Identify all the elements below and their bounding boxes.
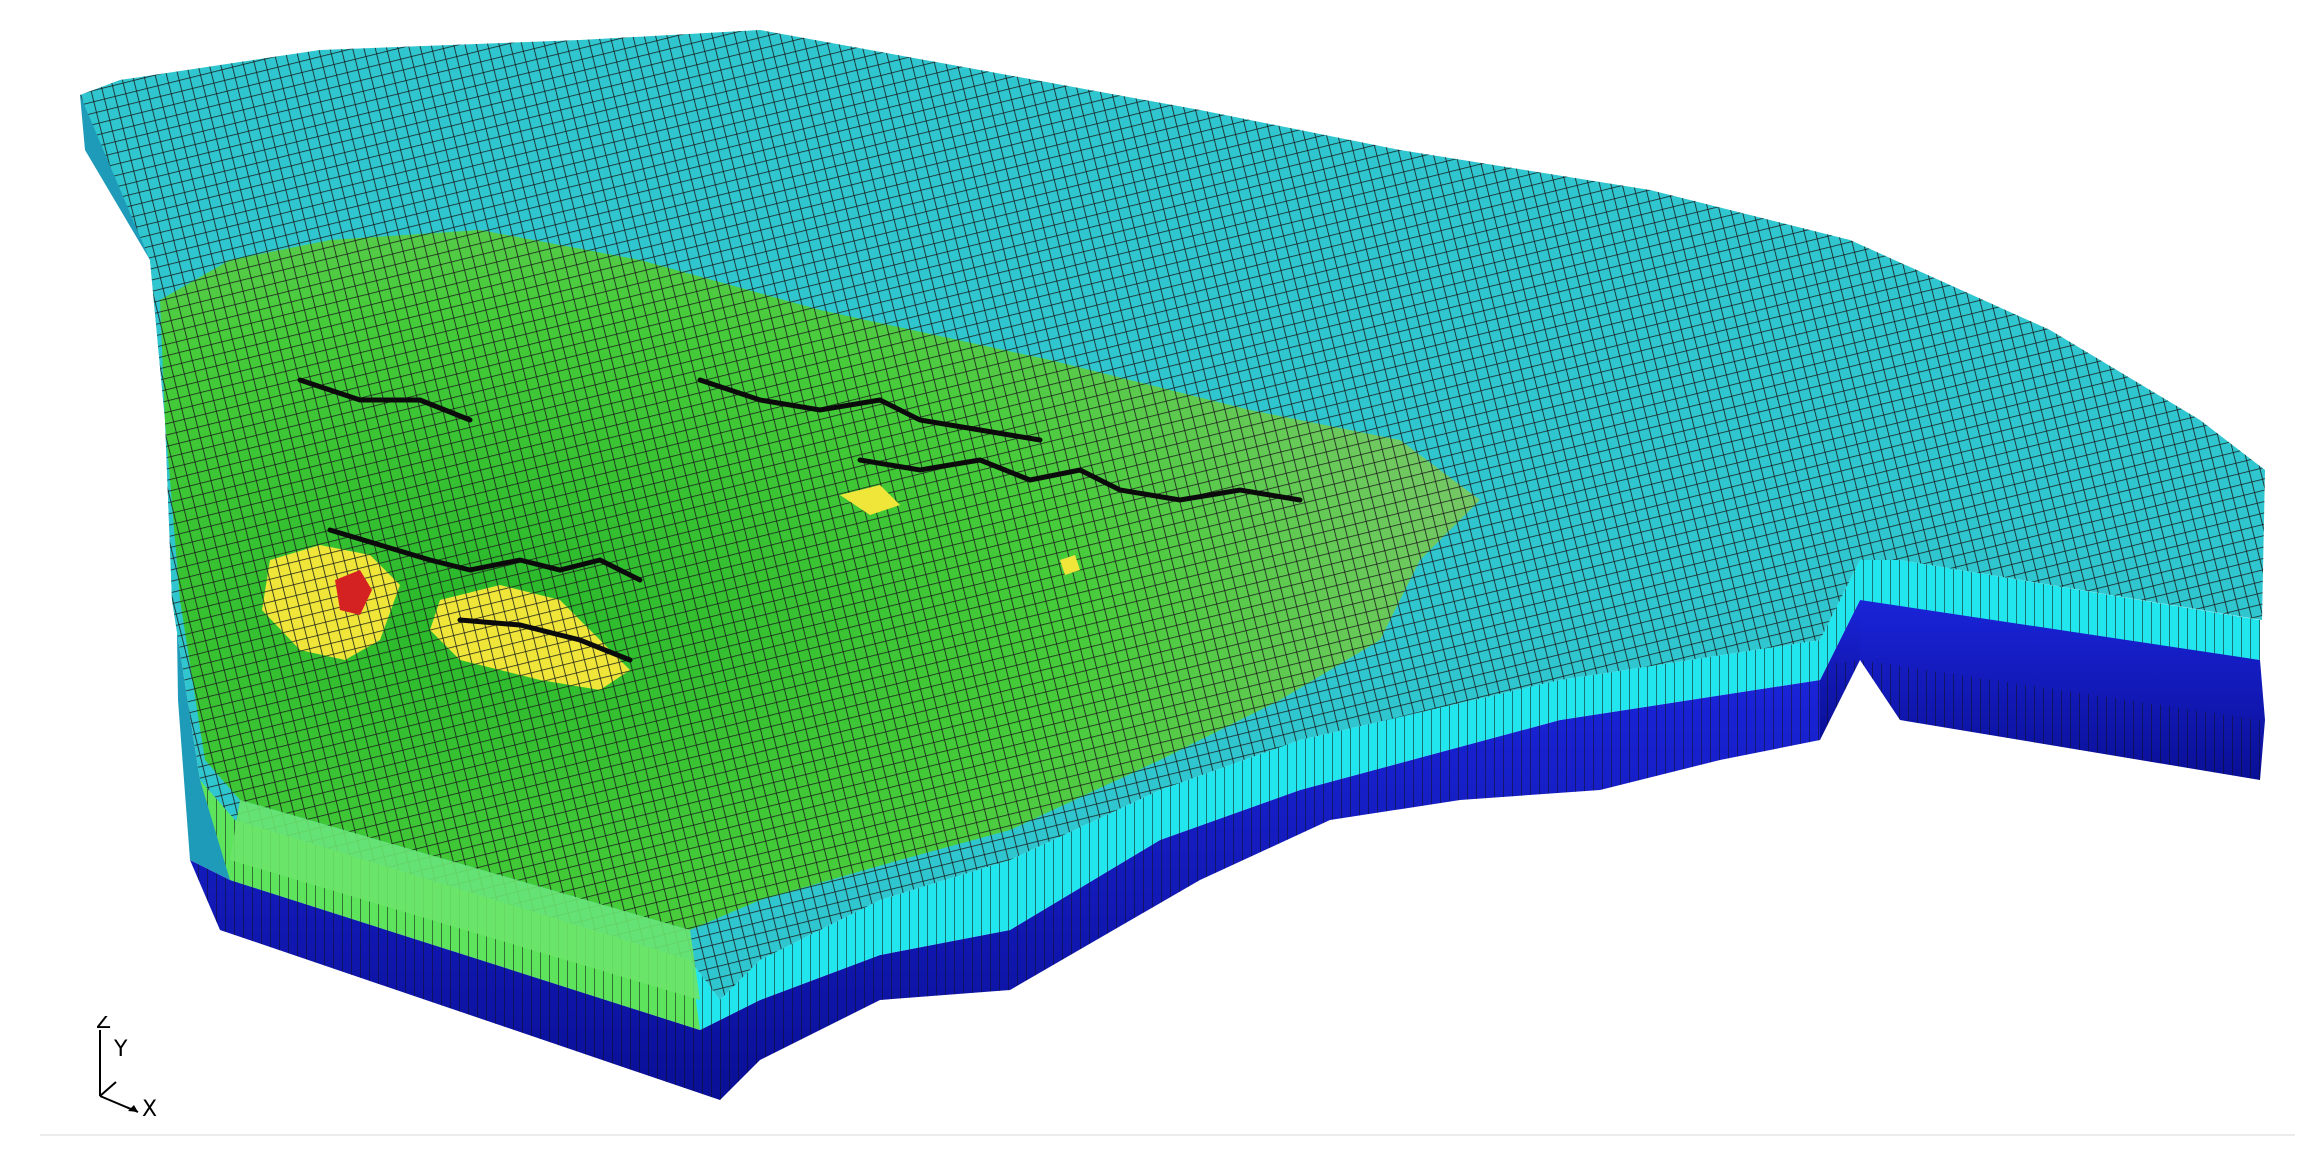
axis-triad: Z Y X <box>96 1016 157 1116</box>
axis-label-z: Z <box>96 1016 111 1034</box>
axis-label-x: X <box>142 1097 157 1116</box>
grid-model-render[interactable] <box>0 0 2307 1163</box>
3d-viewport[interactable]: Z Y X <box>0 0 2307 1163</box>
axis-label-y: Y <box>113 1037 128 1062</box>
viewport-bottom-divider <box>40 1134 2295 1136</box>
